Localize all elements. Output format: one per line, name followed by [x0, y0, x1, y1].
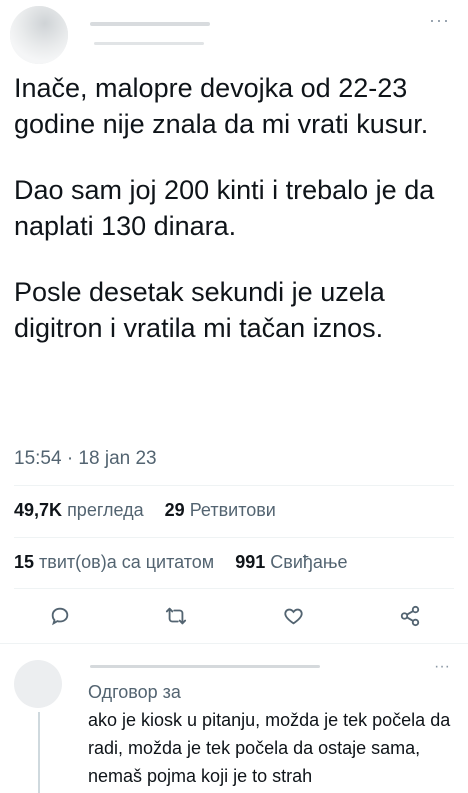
reply-icon[interactable] — [44, 600, 76, 632]
divider — [14, 537, 454, 538]
quotes-label: твит(ов)а са цитатом — [39, 552, 215, 572]
views-label: прегледа — [67, 500, 144, 520]
views-stat[interactable]: 49,7K прегледа — [14, 500, 149, 520]
heart-icon[interactable] — [277, 600, 309, 632]
tweet-paragraph: Dao sam joj 200 kinti i trebalo je da na… — [14, 175, 435, 241]
reply-more-options-icon[interactable]: ··· — [434, 658, 450, 676]
tweet-action-bar — [0, 596, 468, 636]
likes-stat[interactable]: 991 Свиђање — [235, 552, 347, 572]
tweet-paragraph: Posle desetak sekundi je uzela digitron … — [14, 277, 385, 343]
tweet-text: Inače, malopre devojka od 22-23 godine n… — [14, 70, 454, 376]
divider — [14, 588, 454, 589]
reply-author-avatar[interactable] — [14, 660, 62, 708]
reply-text: ako je kiosk u pitanju, možda je tek poč… — [88, 710, 451, 786]
stats-row-views-retweets: 49,7K прегледа 29 Ретвитови — [14, 500, 292, 521]
views-count: 49,7K — [14, 500, 63, 520]
tweet-timestamp[interactable]: 15:54 · 18 jan 23 — [14, 448, 157, 470]
more-options-icon[interactable]: ··· — [429, 10, 450, 31]
likes-label: Свиђање — [270, 552, 348, 572]
reply-to-label: Одговор за — [88, 682, 181, 702]
retweets-count: 29 — [164, 500, 185, 520]
divider — [14, 485, 454, 486]
author-avatar[interactable] — [10, 6, 68, 64]
thread-line — [38, 712, 40, 793]
tweet-paragraph: Inače, malopre devojka od 22-23 godine n… — [14, 73, 429, 139]
quotes-count: 15 — [14, 552, 35, 572]
reply-author-name-redacted — [88, 658, 328, 674]
quotes-stat[interactable]: 15 твит(ов)а са цитатом — [14, 552, 219, 572]
share-icon[interactable] — [394, 600, 426, 632]
retweet-icon[interactable] — [160, 600, 192, 632]
divider — [0, 643, 468, 644]
retweets-stat[interactable]: 29 Ретвитови — [165, 500, 276, 520]
likes-count: 991 — [235, 552, 266, 572]
author-name-redacted — [80, 14, 250, 48]
stats-row-quotes-likes: 15 твит(ов)а са цитатом 991 Свиђање — [14, 552, 364, 573]
retweets-label: Ретвитови — [189, 500, 276, 520]
